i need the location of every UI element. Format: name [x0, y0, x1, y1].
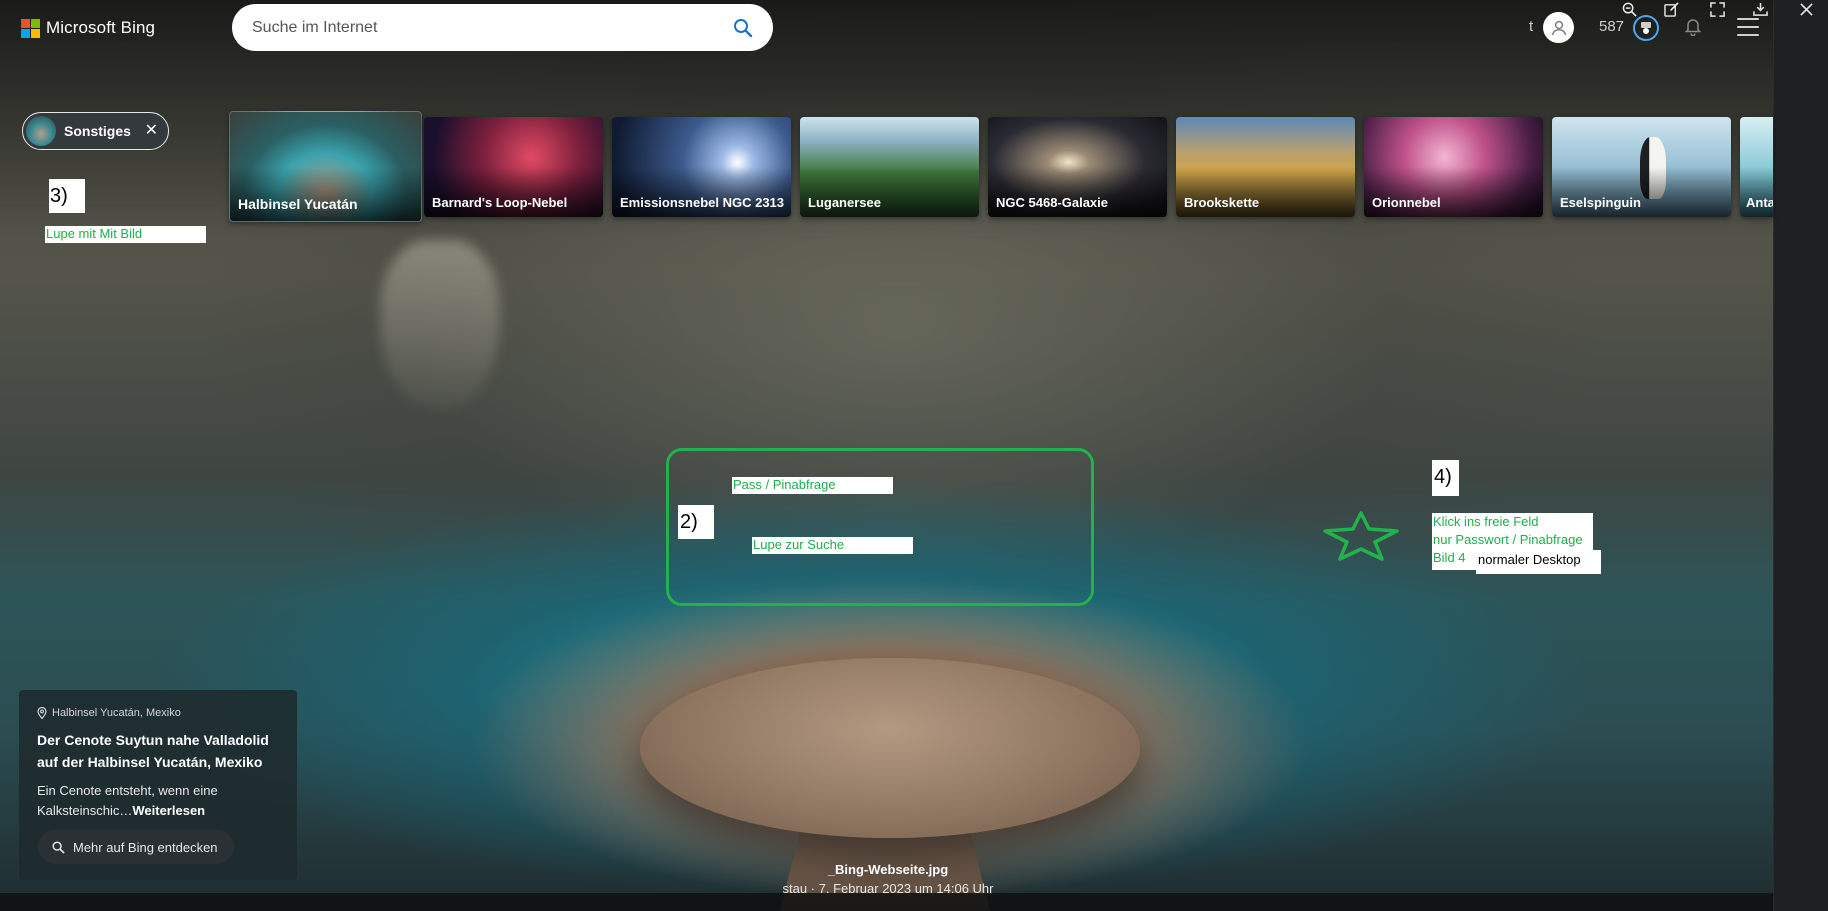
card-label: Barnard's Loop-Nebel [432, 195, 568, 210]
read-more-link[interactable]: Weiterlesen [132, 803, 205, 818]
info-description: Ein Cenote entsteht, wenn eine Kalkstein… [37, 781, 279, 821]
chip-thumbnail [26, 116, 56, 146]
carousel-card-luganersee[interactable]: Luganersee [800, 117, 979, 217]
annotation-number-2: 2) [678, 505, 714, 539]
rewards-points[interactable]: 587 [1599, 18, 1624, 35]
card-label: Eselspinguin [1560, 195, 1641, 210]
annotation-normaler-desktop: normaler Desktop [1476, 550, 1601, 574]
card-label: Orionnebel [1372, 195, 1441, 210]
annotation-line: nur Passwort / Pinabfrage [1433, 532, 1583, 547]
search-icon[interactable] [731, 16, 755, 40]
info-location-text: Halbinsel Yucatán, Mexiko [52, 707, 181, 719]
card-label: Brookskette [1184, 195, 1260, 210]
carousel-card-halbinsel-yucatan[interactable]: Halbinsel Yucatán [229, 111, 422, 222]
microsoft-logo-icon [21, 18, 40, 38]
card-label: Halbinsel Yucatán [238, 196, 358, 212]
close-icon[interactable] [1792, 0, 1820, 18]
bell-icon[interactable] [1683, 16, 1705, 38]
carousel-card-eselspinguin[interactable]: Eselspinguin [1552, 117, 1731, 217]
info-panel: Halbinsel Yucatán, Mexiko Der Cenote Suy… [19, 690, 297, 880]
card-label: Emissionsnebel NGC 2313 [620, 195, 785, 210]
annotation-pass-pinabfrage: Pass / Pinabfrage [732, 477, 893, 494]
annotation-lupe-zur-suche: Lupe zur Suche [752, 537, 913, 554]
search-input[interactable] [252, 18, 731, 37]
annotation-number-4: 4) [1432, 460, 1459, 496]
viewer-side-strip [1773, 0, 1828, 911]
carousel-card-barnards-loop[interactable]: Barnard's Loop-Nebel [424, 117, 603, 217]
carousel-card-ngc-2313[interactable]: Emissionsnebel NGC 2313 [612, 117, 791, 217]
zoom-out-icon[interactable] [1615, 0, 1643, 18]
search-icon [52, 840, 65, 854]
card-label: Anta [1746, 195, 1773, 210]
logo-yellow-square [31, 28, 40, 38]
menu-line [1737, 34, 1759, 36]
logo-text: Microsoft Bing [46, 18, 156, 37]
carousel-card-ngc-5468[interactable]: NGC 5468-Galaxie [988, 117, 1167, 217]
annotation-lupe-mit-bild: Lupe mit Mit Bild [45, 226, 206, 243]
image-caption: _Bing-Webseite.jpg stau · 7. Februar 202… [688, 862, 1088, 896]
search-bar[interactable] [232, 4, 773, 51]
carousel-card-anta[interactable]: Anta [1740, 117, 1773, 217]
card-label: NGC 5468-Galaxie [996, 195, 1109, 210]
menu-line [1737, 18, 1759, 20]
card-shade [230, 166, 421, 221]
close-icon[interactable]: ✕ [145, 123, 158, 139]
category-chip[interactable]: Sonstiges ✕ [22, 112, 169, 150]
edit-icon[interactable] [1657, 0, 1685, 18]
carousel-card-orionnebel[interactable]: Orionnebel [1364, 117, 1543, 217]
hamburger-menu-icon[interactable] [1737, 18, 1759, 36]
rewards-icon[interactable] [1633, 15, 1659, 41]
caption-filename: _Bing-Webseite.jpg [827, 862, 949, 877]
star-icon [1322, 510, 1400, 562]
annotation-line: Klick ins freie Feld [1433, 514, 1539, 529]
logo-green-square [31, 18, 40, 28]
avatar-icon[interactable] [1543, 12, 1574, 43]
location-pin-icon [37, 707, 47, 719]
download-icon[interactable] [1746, 0, 1774, 18]
caption-meta: stau · 7. Februar 2023 um 14:06 Uhr [782, 881, 994, 896]
bing-logo[interactable]: Microsoft Bing [21, 18, 155, 38]
info-location: Halbinsel Yucatán, Mexiko [37, 707, 279, 719]
chip-label: Sonstiges [64, 123, 131, 139]
user-name[interactable]: t [1529, 18, 1533, 35]
stalactite-decoration [380, 240, 500, 410]
annotation-green-frame [666, 448, 1094, 606]
menu-line [1737, 26, 1759, 28]
card-label: Luganersee [808, 195, 881, 210]
carousel-card-brookskette[interactable]: Brookskette [1176, 117, 1355, 217]
logo-blue-square [21, 28, 30, 38]
stone-platform-decoration [640, 658, 1140, 838]
fullscreen-icon[interactable] [1703, 0, 1731, 18]
annotation-number-3: 3) [49, 179, 85, 213]
info-title[interactable]: Der Cenote Suytun nahe Valladolid auf de… [37, 729, 279, 773]
discover-label: Mehr auf Bing entdecken [73, 839, 218, 855]
discover-more-button[interactable]: Mehr auf Bing entdecken [38, 830, 234, 864]
logo-red-square [21, 18, 30, 28]
